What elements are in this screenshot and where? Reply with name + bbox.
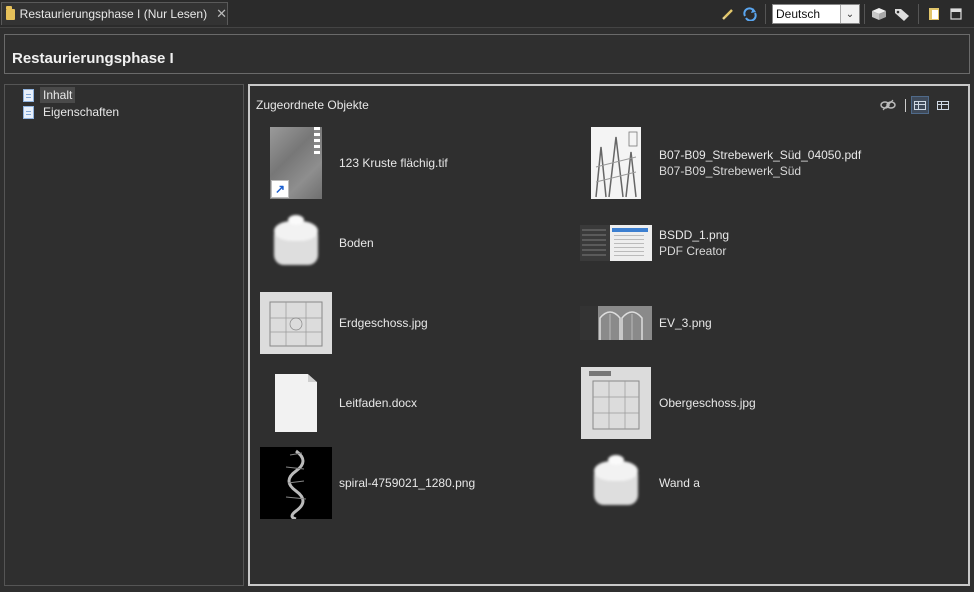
object-thumbnail: [580, 207, 652, 279]
object-item[interactable]: spiral-4759021_1280.png: [260, 447, 475, 519]
icon-view-button[interactable]: [911, 96, 929, 114]
object-name: B07-B09_Strebewerk_Süd_04050.pdf: [659, 148, 862, 162]
object-item[interactable]: BSDD_1.png PDF Creator: [580, 207, 729, 279]
tree-item-inhalt[interactable]: Inhalt: [23, 87, 76, 103]
shortcut-arrow-icon: ↗: [271, 180, 289, 198]
object-thumbnail: [580, 127, 652, 199]
clipboard-icon[interactable]: [925, 5, 943, 23]
document-icon: [23, 88, 34, 102]
cube-icon[interactable]: [870, 5, 888, 23]
view-separator: [905, 99, 906, 112]
toolbar-separator: [765, 4, 766, 24]
editor-tab[interactable]: Restaurierungsphase I (Nur Lesen) ✕: [1, 2, 228, 25]
close-icon[interactable]: ✕: [216, 6, 227, 22]
page-title: Restaurierungsphase I: [12, 50, 174, 67]
object-item[interactable]: Leitfaden.docx: [260, 367, 417, 439]
object-thumbnail: [580, 367, 652, 439]
object-name: Wand a: [659, 476, 700, 490]
tree-item-label: Eigenschaften: [43, 105, 120, 119]
object-name: Leitfaden.docx: [339, 396, 418, 410]
object-item[interactable]: Erdgeschoss.jpg: [260, 287, 428, 359]
object-name: Boden: [339, 236, 374, 250]
language-select-value: Deutsch: [776, 7, 821, 21]
document-icon: [23, 105, 34, 119]
object-thumbnail: [260, 287, 332, 359]
cube-icon: [580, 447, 652, 519]
tree-item-eigenschaften[interactable]: Eigenschaften: [23, 104, 122, 120]
editor-tab-bar: Restaurierungsphase I (Nur Lesen) ✕ Deut…: [0, 0, 974, 28]
sync-arrows-icon[interactable]: [741, 5, 759, 23]
grid-view-icon: [914, 100, 926, 110]
object-thumbnail: [580, 287, 652, 359]
object-thumbnail: ↗: [260, 127, 332, 199]
object-subtitle: B07-B09_Strebewerk_Süd: [659, 164, 802, 178]
maximize-icon[interactable]: [947, 5, 965, 23]
table-view-button[interactable]: [934, 96, 952, 114]
object-item[interactable]: Boden: [260, 207, 374, 279]
object-name: Erdgeschoss.jpg: [339, 316, 428, 330]
section-title: Zugeordnete Objekte: [256, 98, 369, 112]
toolbar-separator: [918, 4, 919, 24]
pencil-icon[interactable]: [719, 5, 737, 23]
object-name: BSDD_1.png: [659, 228, 730, 242]
link-toggle-icon[interactable]: [879, 96, 897, 114]
folder-icon: [6, 5, 15, 20]
object-name: spiral-4759021_1280.png: [339, 476, 476, 490]
object-item[interactable]: B07-B09_Strebewerk_Süd_04050.pdf B07-B09…: [580, 127, 861, 199]
object-item[interactable]: EV_3.png: [580, 287, 712, 359]
object-name: EV_3.png: [659, 316, 712, 330]
toolbar-separator: [864, 4, 865, 24]
navigation-tree: Inhalt Eigenschaften: [4, 84, 244, 586]
object-name: 123 Kruste flächig.tif: [339, 156, 448, 170]
table-view-icon: [937, 100, 949, 110]
object-thumbnail: [260, 447, 332, 519]
object-item[interactable]: ↗ 123 Kruste flächig.tif: [260, 127, 448, 199]
cube-icon: [260, 207, 332, 279]
object-name: Obergeschoss.jpg: [659, 396, 756, 410]
tree-item-label: Inhalt: [40, 87, 76, 103]
tag-icon[interactable]: [893, 5, 911, 23]
object-item[interactable]: Wand a: [580, 447, 700, 519]
language-select[interactable]: Deutsch ⌄: [772, 4, 860, 24]
chevron-down-icon[interactable]: ⌄: [840, 5, 859, 23]
page-header: Restaurierungsphase I: [4, 34, 970, 74]
editor-tab-title: Restaurierungsphase I (Nur Lesen): [19, 7, 208, 21]
document-icon: [260, 367, 332, 439]
object-subtitle: PDF Creator: [659, 244, 727, 258]
object-item[interactable]: Obergeschoss.jpg: [580, 367, 756, 439]
assigned-objects-panel: Zugeordnete Objekte ↗ 123 Kruste flächig…: [248, 84, 970, 586]
